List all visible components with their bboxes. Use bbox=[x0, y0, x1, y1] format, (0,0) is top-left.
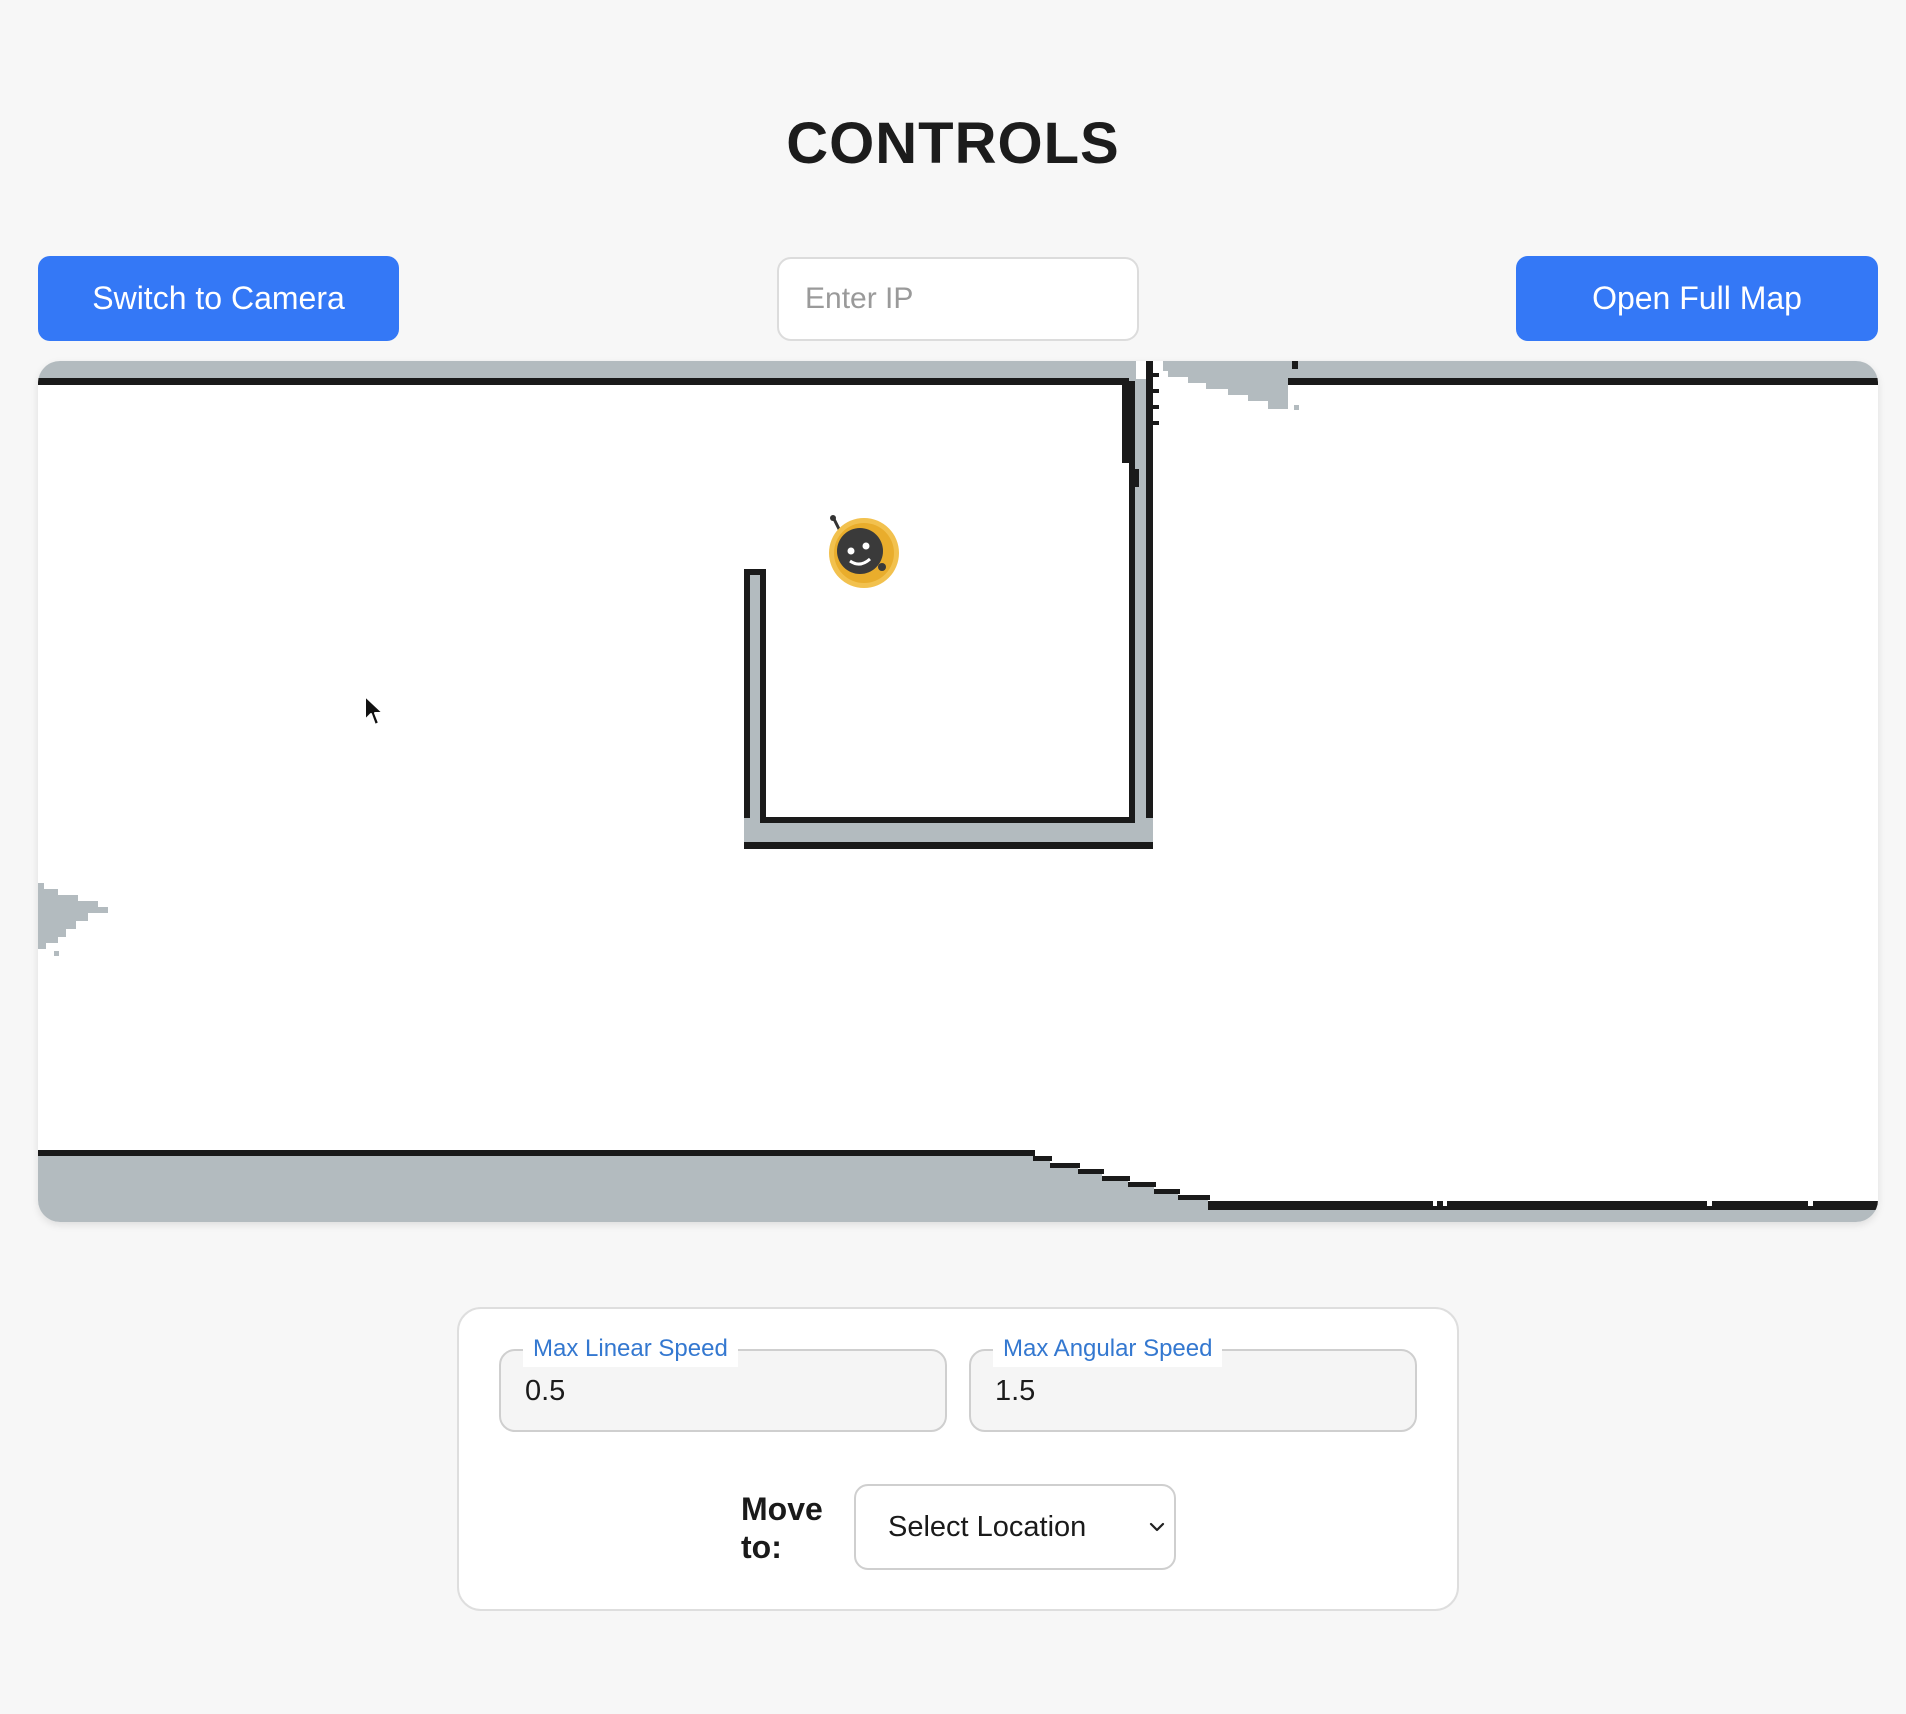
map-wall-step-7 bbox=[1178, 1195, 1210, 1200]
ip-input[interactable] bbox=[777, 257, 1139, 341]
map-wall-bottom-right bbox=[1208, 1201, 1878, 1210]
map-wall-step-1 bbox=[1033, 1156, 1052, 1161]
map-wall-tick-4 bbox=[1153, 421, 1159, 425]
map-unknown-speck bbox=[1294, 405, 1299, 410]
map-wall-thick bbox=[1122, 381, 1134, 463]
map-wall-step-2 bbox=[1050, 1163, 1080, 1168]
map-wall-tick-1 bbox=[1153, 373, 1159, 377]
map-unknown-speck-left bbox=[54, 951, 59, 956]
map-wall-bottom-left bbox=[38, 1150, 1035, 1156]
map-wall-bottom-inner bbox=[760, 817, 1135, 823]
max-angular-speed-input[interactable] bbox=[995, 1369, 1375, 1413]
map-unknown-top bbox=[38, 361, 1878, 379]
map-unknown-patch-left bbox=[38, 883, 108, 949]
max-angular-speed-label: Max Angular Speed bbox=[993, 1331, 1223, 1367]
move-to-label: Move to: bbox=[741, 1491, 823, 1565]
max-linear-speed-label: Max Linear Speed bbox=[523, 1331, 738, 1367]
controls-panel: Max Linear Speed Max Angular Speed Move … bbox=[457, 1307, 1459, 1611]
map-wall-step-6 bbox=[1154, 1189, 1180, 1194]
map-wall-chunk bbox=[1129, 469, 1139, 487]
map-wall-bottom-outer bbox=[744, 842, 1153, 849]
map-wall-left-outer bbox=[744, 569, 750, 849]
map-wall-step-5 bbox=[1128, 1182, 1156, 1187]
open-full-map-button[interactable]: Open Full Map bbox=[1516, 256, 1878, 341]
max-linear-speed-field[interactable]: Max Linear Speed bbox=[499, 1331, 947, 1432]
map-wall-top-right bbox=[1288, 378, 1878, 385]
occupancy-map[interactable] bbox=[38, 361, 1878, 1222]
max-linear-speed-input[interactable] bbox=[525, 1369, 905, 1413]
location-select[interactable]: Select Location bbox=[854, 1484, 1176, 1570]
map-wall-left-inner bbox=[760, 569, 766, 841]
map-free-notch-2 bbox=[1443, 1201, 1447, 1206]
map-free-notch-4 bbox=[1808, 1201, 1813, 1206]
robot-bee-icon[interactable] bbox=[829, 515, 899, 588]
map-wall-right-outer bbox=[1146, 361, 1153, 849]
map-wall-speck bbox=[1292, 361, 1298, 369]
map-view[interactable] bbox=[38, 361, 1878, 1222]
map-wall-top bbox=[38, 378, 1129, 385]
max-angular-speed-field[interactable]: Max Angular Speed bbox=[969, 1331, 1417, 1432]
location-select-value: Select Location bbox=[888, 1510, 1087, 1543]
map-unknown-bottom-area bbox=[38, 1153, 1878, 1222]
map-wall-step-4 bbox=[1102, 1176, 1130, 1181]
map-wall-tick-2 bbox=[1153, 389, 1159, 393]
map-wall-tick-3 bbox=[1153, 405, 1159, 409]
map-free-notch-1 bbox=[1433, 1201, 1437, 1206]
page-title: CONTROLS bbox=[786, 111, 1120, 176]
switch-to-camera-button[interactable]: Switch to Camera bbox=[38, 256, 399, 341]
map-wall-left-cap bbox=[744, 569, 766, 575]
chevron-down-icon bbox=[1149, 1522, 1165, 1532]
map-wall-step-3 bbox=[1078, 1169, 1104, 1174]
map-free-notch-3 bbox=[1707, 1201, 1712, 1206]
